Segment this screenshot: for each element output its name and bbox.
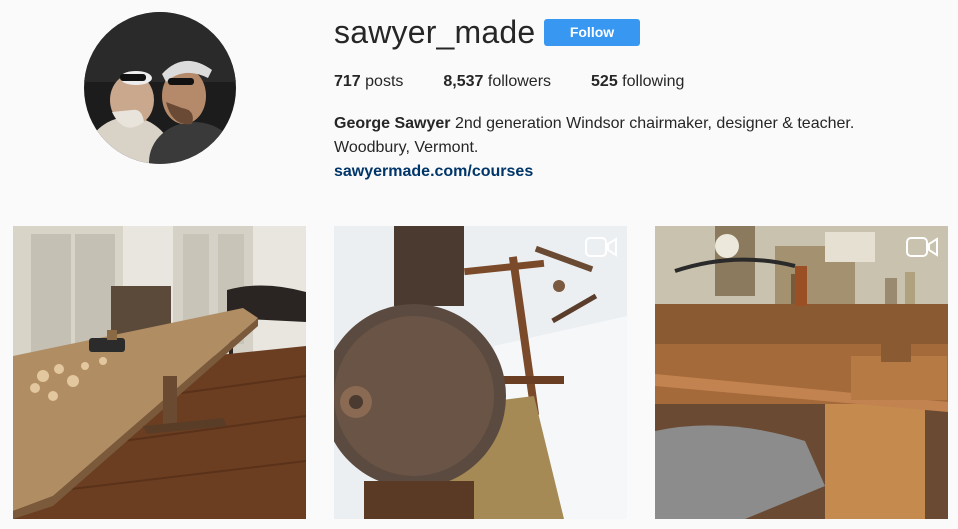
following-count: 525 [591, 73, 618, 90]
bio-location: Woodbury, Vermont. [334, 139, 479, 156]
bio-website-link[interactable]: sawyermade.com/courses [334, 160, 934, 184]
post-thumbnail-1[interactable] [13, 226, 306, 519]
post-thumbnail-2[interactable] [334, 226, 627, 519]
post-image-table [13, 226, 306, 519]
profile-avatar[interactable] [84, 12, 236, 164]
following-stat[interactable]: 525 following [591, 72, 684, 92]
post-thumbnail-3[interactable] [655, 226, 948, 519]
video-camera-icon [585, 237, 617, 257]
video-camera-icon [906, 237, 938, 257]
posts-stat: 717 posts [334, 72, 403, 92]
followers-count: 8,537 [443, 73, 484, 90]
profile-photo-icon [84, 12, 236, 164]
bio-line-1: 2nd generation Windsor chairmaker, desig… [450, 115, 855, 132]
post-image-workbench [655, 226, 948, 519]
profile-username: sawyer_made [334, 14, 536, 50]
followers-label: followers [483, 73, 552, 90]
profile-bio: George Sawyer 2nd generation Windsor cha… [334, 112, 934, 184]
posts-count: 717 [334, 73, 361, 90]
follow-button[interactable]: Follow [544, 19, 640, 46]
followers-stat[interactable]: 8,537 followers [443, 72, 551, 92]
posts-label: posts [360, 73, 404, 90]
post-image-saw [334, 226, 627, 519]
profile-full-name: George Sawyer [334, 115, 451, 132]
following-label: following [617, 73, 685, 90]
profile-page: sawyer_made Follow 717 posts 8,537 follo… [0, 0, 958, 529]
profile-stats: 717 posts 8,537 followers 525 following [334, 72, 724, 92]
